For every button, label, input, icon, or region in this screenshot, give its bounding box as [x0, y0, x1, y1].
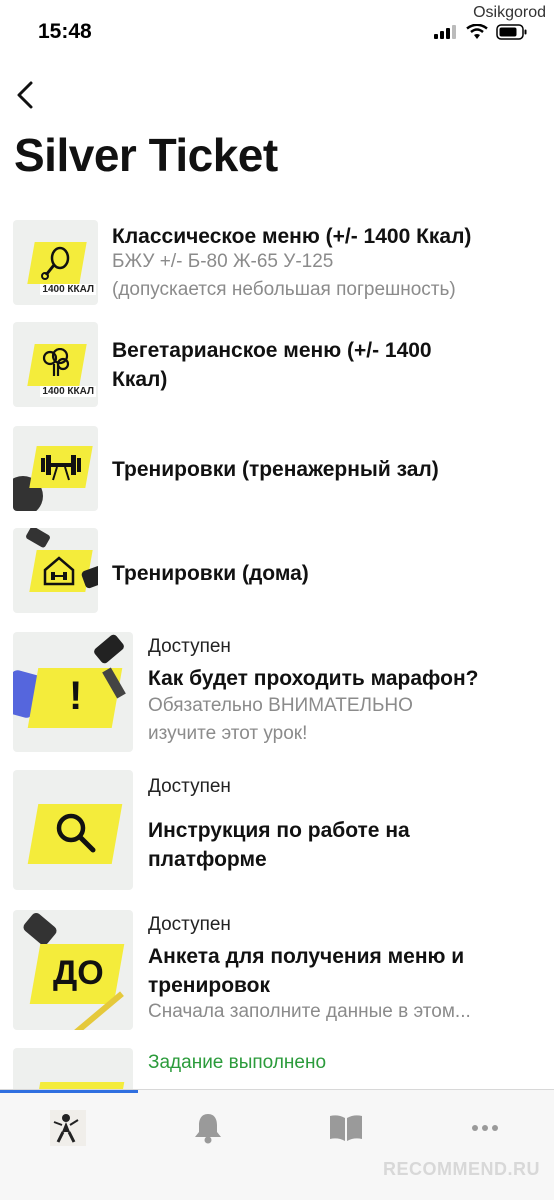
questionnaire-thumbnail: ДО	[13, 910, 133, 1030]
gym-workouts-thumbnail	[13, 426, 98, 511]
list-item-vegetarian-menu[interactable]: 1400 ККАЛ Вегетарианское меню (+/- 1400 …	[0, 322, 554, 410]
status-icons	[434, 24, 528, 40]
back-button[interactable]	[10, 78, 40, 112]
home-dumbbell-icon	[43, 556, 75, 586]
item-title: Тренировки (дома)	[112, 562, 309, 585]
book-icon	[330, 1115, 362, 1141]
home-workouts-thumbnail	[13, 528, 98, 613]
tab-courses[interactable]	[326, 1108, 366, 1148]
list-item-completed-task[interactable]: Задание выполнено	[0, 1048, 554, 1089]
availability-status: Доступен	[148, 636, 231, 657]
status-time: 15:48	[38, 20, 92, 43]
wifi-icon	[466, 24, 488, 39]
tab-notifications[interactable]	[188, 1108, 228, 1148]
site-watermark: RECOMMEND.RU	[383, 1159, 540, 1179]
availability-status: Доступен	[148, 776, 231, 797]
more-icon	[472, 1125, 498, 1131]
avatar	[50, 1110, 86, 1146]
completed-task-thumbnail	[13, 1048, 133, 1089]
item-title: Классическое меню (+/- 1400 Ккал)	[112, 225, 472, 248]
list-item-questionnaire[interactable]: ДО Доступен Анкета для получения меню и …	[0, 908, 554, 1032]
battery-icon	[496, 24, 527, 40]
tab-profile[interactable]	[48, 1108, 88, 1148]
item-subtitle-line2: изучите этот урок!	[148, 723, 308, 744]
item-title: Как будет проходить марафон?	[148, 667, 479, 690]
classic-menu-thumbnail: 1400 ККАЛ	[13, 220, 98, 305]
tab-more[interactable]	[465, 1108, 505, 1148]
item-subtitle-line1: БЖУ +/- Б-80 Ж-65 У-125	[112, 251, 334, 272]
item-subtitle-line1: Сначала заполните данные в этом...	[148, 1001, 471, 1022]
barbell-icon	[41, 455, 81, 481]
item-subtitle-line2: (допускается небольшая погрешность)	[112, 279, 456, 300]
list-item-home-workouts[interactable]: Тренировки (дома)	[0, 528, 554, 616]
item-title-line2: платформе	[148, 848, 267, 871]
list-item-platform-instructions[interactable]: Доступен Инструкция по работе на платфор…	[0, 770, 554, 894]
item-title-line1: Анкета для получения меню и	[148, 945, 465, 968]
list-item-gym-workouts[interactable]: Тренировки (тренажерный зал)	[0, 424, 554, 512]
vegetarian-menu-thumbnail: 1400 ККАЛ	[13, 322, 98, 407]
availability-status: Доступен	[148, 914, 231, 935]
item-title: Тренировки (тренажерный зал)	[112, 458, 439, 481]
exclamation-icon: !	[69, 674, 83, 718]
broccoli-icon	[42, 348, 70, 376]
list-item-classic-menu[interactable]: 1400 ККАЛ Классическое меню (+/- 1400 Кк…	[0, 218, 554, 308]
bottom-tab-bar: RECOMMEND.RU	[0, 1089, 554, 1200]
kcal-label: 1400 ККАЛ	[40, 284, 96, 295]
item-title-line1: Инструкция по работе на	[148, 819, 410, 842]
platform-instructions-thumbnail	[13, 770, 133, 890]
completion-status: Задание выполнено	[148, 1052, 327, 1073]
magnifier-icon	[56, 813, 96, 853]
bell-icon	[195, 1114, 221, 1144]
status-bar: Osikgorod 15:48	[0, 0, 554, 60]
item-title-line2: Ккал)	[112, 368, 168, 391]
item-title-line2: тренировок	[148, 974, 271, 997]
marathon-intro-thumbnail: !	[13, 632, 133, 752]
before-badge: ДО	[53, 954, 104, 992]
kcal-label: 1400 ККАЛ	[40, 386, 96, 397]
carrier-watermark: Osikgorod	[473, 4, 546, 21]
signal-icon	[434, 25, 456, 39]
scroll-progress-bar	[0, 1090, 138, 1093]
item-subtitle-line1: Обязательно ВНИМАТЕЛЬНО	[148, 695, 413, 716]
list-item-marathon-intro[interactable]: ! Доступен Как будет проходить марафон? …	[0, 630, 554, 754]
page-title: Silver Ticket	[14, 129, 278, 181]
drumstick-icon	[41, 246, 70, 280]
chevron-left-icon	[17, 81, 33, 109]
item-title-line1: Вегетарианское меню (+/- 1400	[112, 339, 432, 362]
